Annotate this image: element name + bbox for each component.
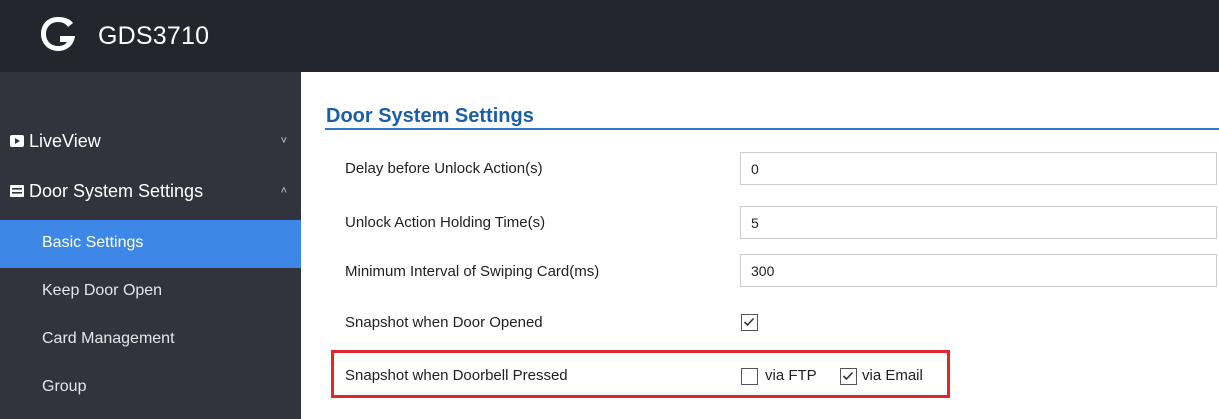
sidebar-subitem-label: Group [42, 378, 87, 395]
app-title: GDS3710 [98, 22, 210, 50]
checkmark-icon [842, 371, 854, 381]
grandstream-logo-icon [41, 17, 75, 51]
sidebar-item-liveview[interactable]: LiveView ˅ [0, 129, 301, 159]
unlock-holding-time-input[interactable] [740, 206, 1217, 239]
sidebar-subitem-label: Basic Settings [42, 234, 144, 251]
top-bar: GDS3710 [0, 0, 1219, 72]
delay-unlock-input[interactable] [740, 152, 1217, 185]
swiping-interval-label: Minimum Interval of Swiping Card(ms) [345, 263, 600, 280]
sidebar-subitem-card-management[interactable]: Card Management [0, 316, 301, 364]
chevron-up-icon: ˄ [280, 185, 287, 197]
video-icon [10, 135, 24, 147]
page-title: Door System Settings [326, 105, 534, 127]
panel-icon [10, 185, 24, 197]
sidebar: LiveView ˅ Door System Settings ˄ Basic … [0, 72, 301, 419]
sidebar-item-door-system-settings[interactable]: Door System Settings ˄ [0, 179, 301, 209]
sidebar-item-label: LiveView [29, 131, 101, 151]
snapshot-door-opened-checkbox[interactable] [741, 314, 758, 331]
via-email-label: via Email [862, 367, 923, 384]
via-ftp-label: via FTP [765, 367, 817, 384]
title-divider [325, 128, 1219, 130]
snapshot-door-opened-label: Snapshot when Door Opened [345, 314, 543, 331]
snapshot-doorbell-label: Snapshot when Doorbell Pressed [345, 367, 568, 384]
delay-unlock-label: Delay before Unlock Action(s) [345, 160, 543, 177]
swiping-interval-input[interactable] [740, 254, 1217, 287]
sidebar-subitem-label: Card Management [42, 330, 175, 347]
via-email-checkbox[interactable] [840, 368, 857, 385]
sidebar-subitem-basic-settings[interactable]: Basic Settings [0, 220, 301, 268]
sidebar-subitem-group[interactable]: Group [0, 364, 301, 412]
chevron-down-icon: ˅ [280, 135, 287, 147]
unlock-holding-time-label: Unlock Action Holding Time(s) [345, 214, 546, 231]
sidebar-item-label: Door System Settings [29, 181, 204, 201]
via-ftp-checkbox[interactable] [741, 368, 758, 385]
checkmark-icon [743, 317, 755, 327]
sidebar-subitem-label: Keep Door Open [42, 282, 163, 299]
sidebar-subitem-keep-door-open[interactable]: Keep Door Open [0, 268, 301, 316]
